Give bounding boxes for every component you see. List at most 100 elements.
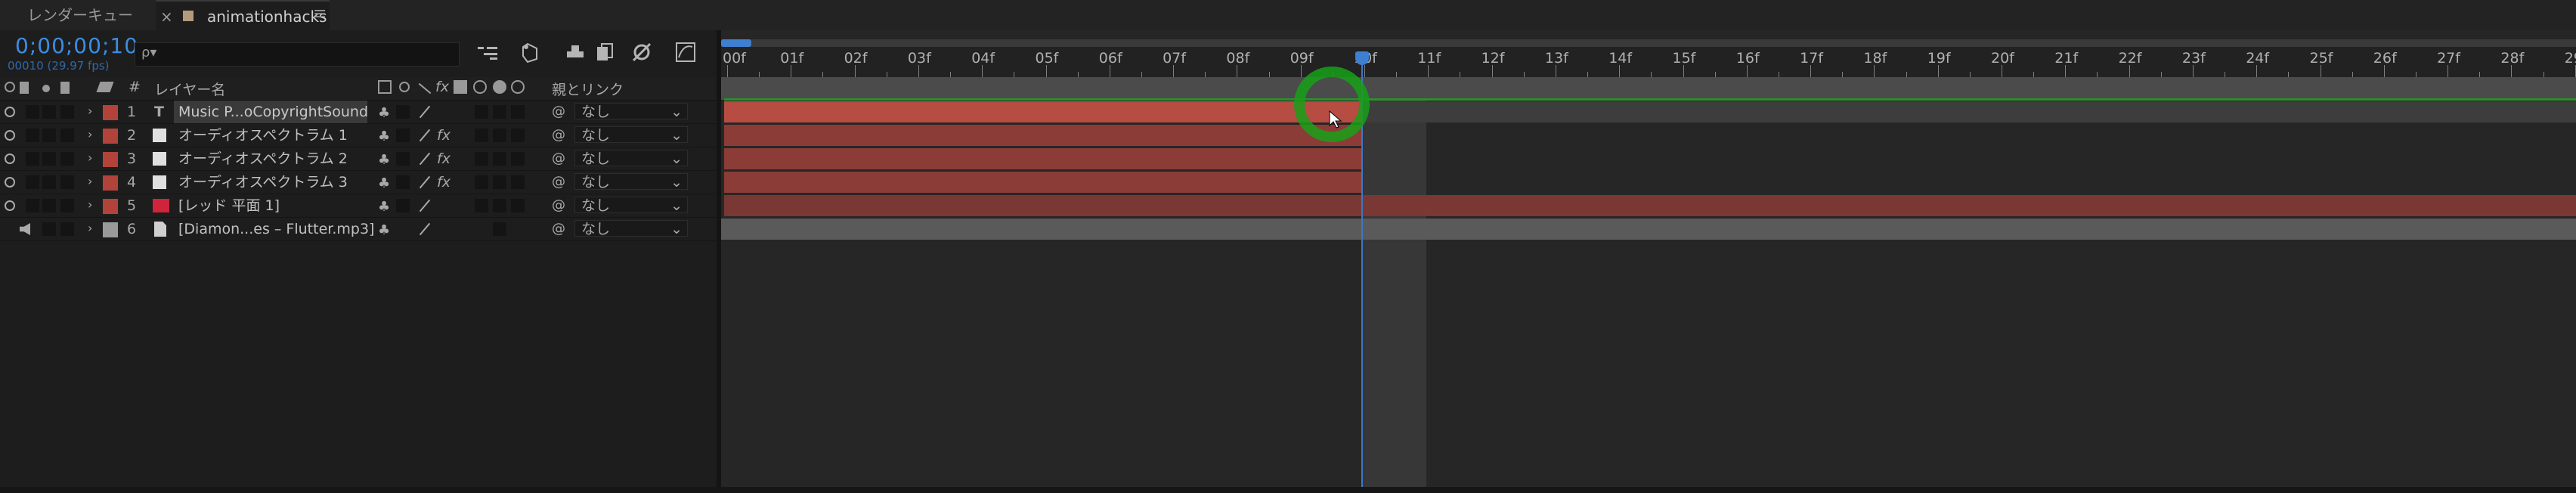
- time-navigator-handle[interactable]: [721, 39, 751, 47]
- current-time-display[interactable]: 0;00;00;10: [15, 33, 138, 58]
- search-input[interactable]: ρ▾: [135, 42, 460, 67]
- time-ruler[interactable]: 00f01f02f03f04f05f06f07f08f09f10f11f12f1…: [721, 47, 2576, 77]
- layer-name[interactable]: [Diamon...es – Flutter.mp3]: [178, 218, 374, 240]
- lock-toggle[interactable]: [60, 129, 74, 142]
- layer-bar[interactable]: [724, 148, 1363, 169]
- solo-toggle[interactable]: [42, 105, 56, 119]
- shy-switch-icon[interactable]: ♣: [378, 152, 390, 168]
- eye-icon[interactable]: [5, 130, 15, 141]
- parent-select[interactable]: なし ⌄: [574, 220, 688, 237]
- motion-blur-switch[interactable]: [493, 175, 506, 189]
- current-time-indicator-head[interactable]: [1355, 51, 1369, 65]
- chevron-right-icon[interactable]: ›: [88, 221, 92, 235]
- shy-switch-icon[interactable]: ♣: [378, 222, 390, 238]
- audio-toggle[interactable]: [26, 199, 39, 212]
- effect-toggle[interactable]: fx: [437, 124, 450, 147]
- tab-render-queue[interactable]: レンダーキュー: [27, 0, 133, 30]
- audio-layer-bar[interactable]: [721, 219, 2576, 240]
- solo-toggle[interactable]: [42, 222, 56, 236]
- lock-toggle[interactable]: [60, 105, 74, 119]
- chevron-right-icon[interactable]: ›: [88, 127, 92, 141]
- blend-switch[interactable]: [475, 152, 488, 166]
- collapse-switch[interactable]: [396, 105, 410, 119]
- effect-toggle[interactable]: fx: [437, 147, 450, 170]
- parent-select[interactable]: なし ⌄: [574, 197, 688, 214]
- lock-toggle[interactable]: [60, 175, 74, 189]
- draft-3d-icon[interactable]: [520, 41, 543, 64]
- lock-toggle[interactable]: [60, 152, 74, 166]
- blend-switch[interactable]: [475, 129, 488, 142]
- tab-composition[interactable]: × animationhacks: [156, 0, 330, 32]
- chevron-right-icon[interactable]: ›: [88, 197, 92, 212]
- pickwhip-icon[interactable]: @: [552, 127, 565, 143]
- 3d-switch[interactable]: [511, 175, 525, 189]
- quality-switch-icon[interactable]: [419, 105, 431, 119]
- solo-icon[interactable]: [42, 85, 50, 92]
- layer-row[interactable]: › 4 オーディオスペクトラム 3 ♣ fx @ なし ⌄: [0, 171, 717, 194]
- motion-blur-icon[interactable]: [630, 41, 653, 64]
- audio-icon[interactable]: [20, 82, 29, 94]
- pickwhip-icon[interactable]: @: [552, 174, 565, 190]
- layer-row[interactable]: › 2 オーディオスペクトラム 1 ♣ fx @ なし ⌄: [0, 124, 717, 147]
- shy-switch-icon[interactable]: ♣: [378, 105, 390, 121]
- layer-name[interactable]: Music P...oCopyrightSounds: [174, 101, 367, 123]
- parent-link-header[interactable]: 親とリンク: [552, 79, 624, 99]
- audio-toggle[interactable]: [26, 152, 39, 166]
- collapse-switch[interactable]: [396, 152, 410, 166]
- lock-toggle[interactable]: [60, 199, 74, 212]
- chevron-right-icon[interactable]: ›: [88, 104, 92, 118]
- layer-name-header[interactable]: レイヤー名: [154, 79, 225, 99]
- layer-name[interactable]: オーディオスペクトラム 3: [178, 171, 348, 194]
- parent-select[interactable]: なし ⌄: [574, 126, 688, 144]
- work-area-bar[interactable]: [721, 77, 2576, 100]
- label-color-swatch[interactable]: [103, 199, 118, 214]
- label-color-swatch[interactable]: [103, 152, 118, 167]
- audio-toggle[interactable]: [26, 175, 39, 189]
- pickwhip-icon[interactable]: @: [552, 150, 565, 166]
- label-color-swatch[interactable]: [103, 129, 118, 144]
- layer-row[interactable]: › 5 [レッド 平面 1] ♣ @ なし ⌄: [0, 194, 717, 218]
- lock-toggle[interactable]: [60, 222, 74, 236]
- layer-name[interactable]: [レッド 平面 1]: [178, 194, 280, 217]
- layer-row[interactable]: › 1 T Music P...oCopyrightSounds ♣ @ なし ⌄: [0, 101, 717, 124]
- effect-toggle[interactable]: fx: [437, 171, 450, 194]
- quality-switch-icon[interactable]: [419, 129, 431, 142]
- shy-switch-icon[interactable]: ♣: [378, 199, 390, 215]
- layer-row[interactable]: › 6 [Diamon...es – Flutter.mp3] ♣ @ なし ⌄: [0, 218, 717, 241]
- solo-toggle[interactable]: [42, 175, 56, 189]
- quality-switch-icon[interactable]: [419, 199, 431, 212]
- 3d-switch[interactable]: [511, 105, 525, 119]
- parent-select[interactable]: なし ⌄: [574, 150, 688, 167]
- collapse-switch[interactable]: [396, 199, 410, 212]
- layer-name[interactable]: オーディオスペクトラム 2: [178, 147, 348, 170]
- collapse-switch[interactable]: [396, 175, 410, 189]
- layer-bar[interactable]: [724, 101, 1363, 122]
- motion-blur-switch[interactable]: [493, 129, 506, 142]
- motion-blur-switch[interactable]: [493, 199, 506, 212]
- blend-switch[interactable]: [475, 175, 488, 189]
- hide-shy-layers-icon[interactable]: [564, 41, 587, 64]
- 3d-switch[interactable]: [511, 129, 525, 142]
- eye-icon[interactable]: [5, 177, 15, 188]
- motion-blur-switch[interactable]: [493, 152, 506, 166]
- lock-icon[interactable]: [60, 82, 70, 94]
- quality-switch-icon[interactable]: [419, 152, 431, 166]
- frame-blending-icon[interactable]: [594, 41, 617, 64]
- composition-mini-flowchart-icon[interactable]: [476, 41, 499, 64]
- motion-blur-switch[interactable]: [493, 222, 506, 236]
- shy-switch-icon[interactable]: ♣: [378, 175, 390, 191]
- shy-switch-icon[interactable]: ♣: [378, 129, 390, 144]
- navigator-track[interactable]: [721, 39, 2576, 47]
- current-time-indicator-line[interactable]: [1361, 65, 1363, 493]
- pickwhip-icon[interactable]: @: [552, 221, 565, 237]
- blend-switch[interactable]: [475, 105, 488, 119]
- 3d-switch[interactable]: [511, 199, 525, 212]
- layer-bar[interactable]: [724, 172, 1363, 193]
- label-color-swatch[interactable]: [103, 222, 118, 237]
- quality-switch-icon[interactable]: [419, 222, 431, 236]
- blend-switch[interactable]: [475, 199, 488, 212]
- pickwhip-icon[interactable]: @: [552, 197, 565, 213]
- layer-name[interactable]: オーディオスペクトラム 1: [178, 124, 348, 147]
- parent-select[interactable]: なし ⌄: [574, 103, 688, 120]
- layer-row[interactable]: › 3 オーディオスペクトラム 2 ♣ fx @ なし ⌄: [0, 147, 717, 171]
